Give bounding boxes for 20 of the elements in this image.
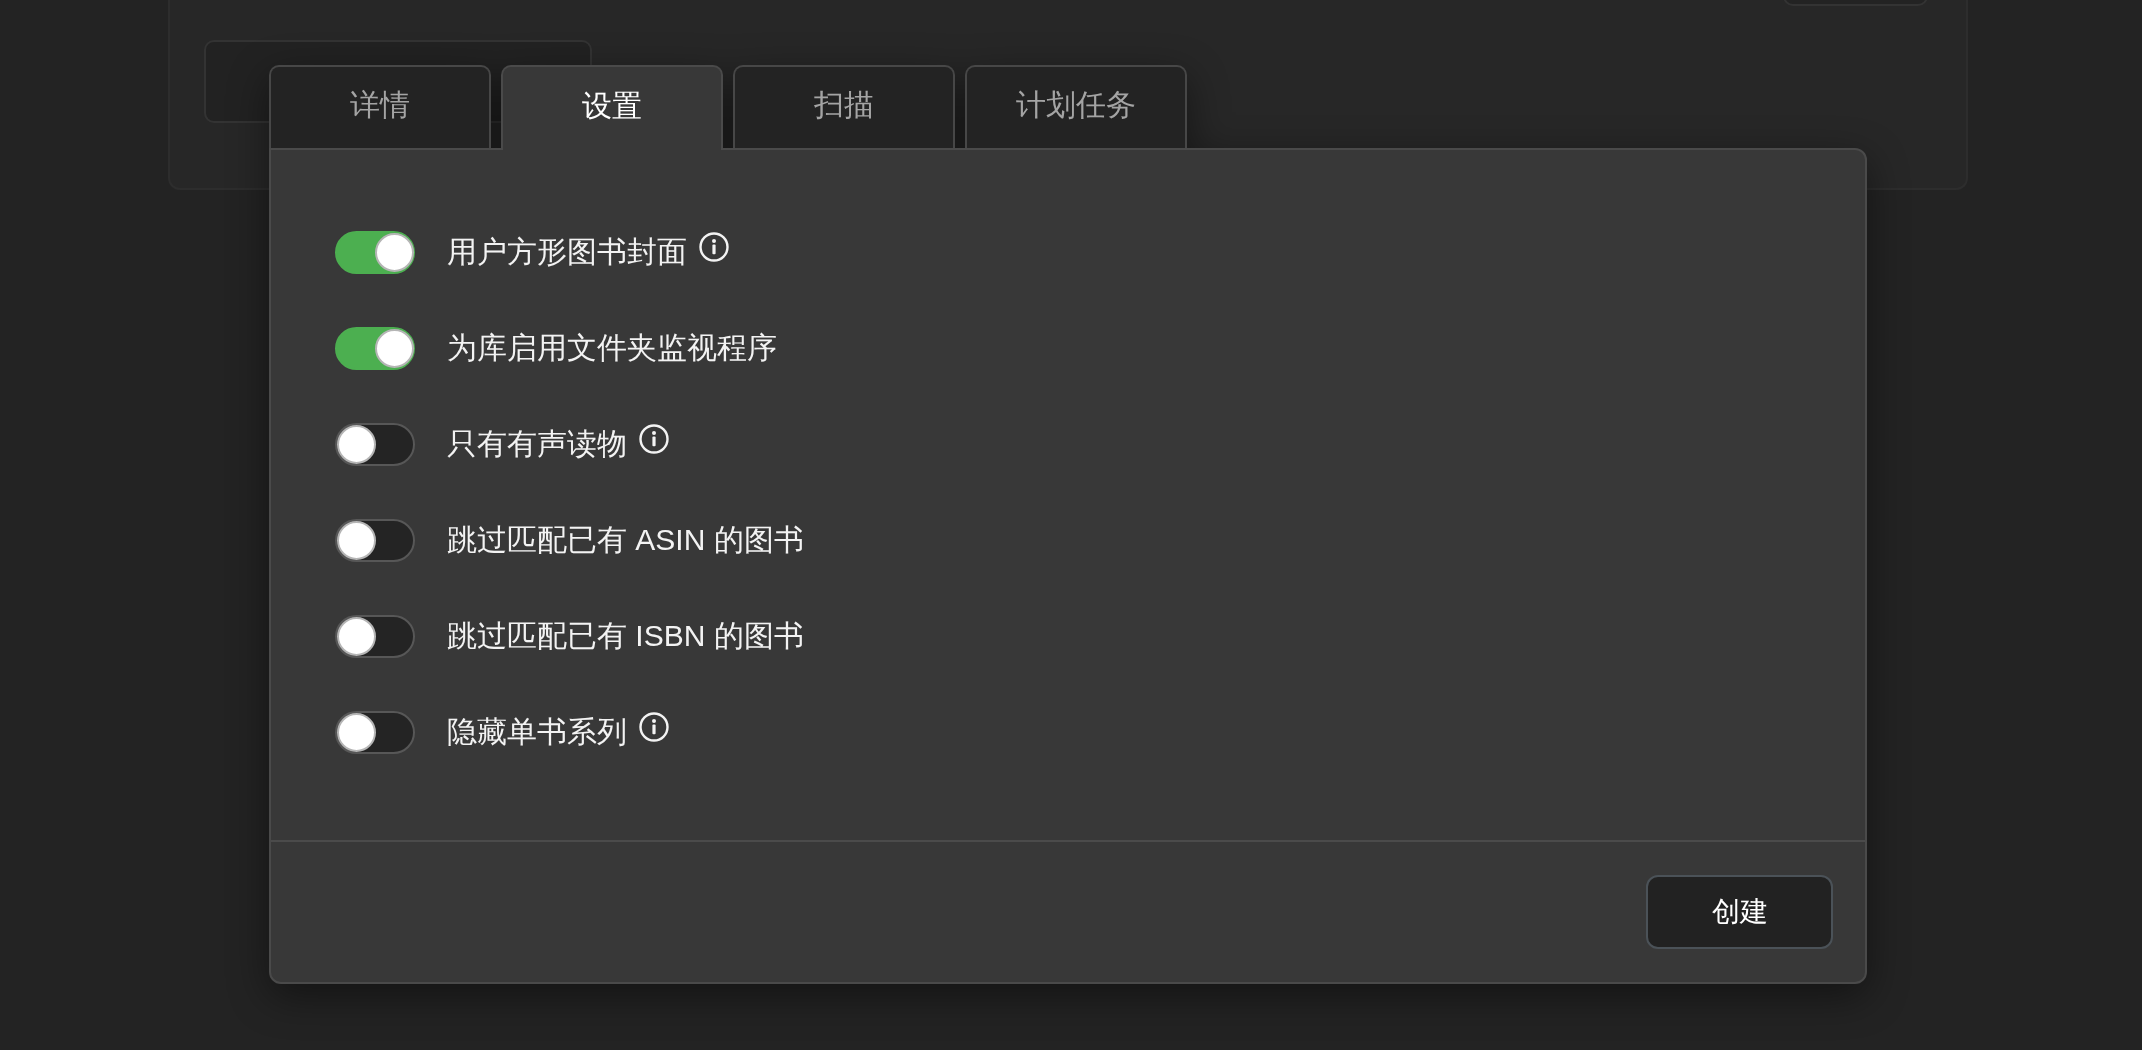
toggle-switch[interactable] — [335, 710, 415, 754]
setting-label: 为库启用文件夹监视程序 — [447, 330, 777, 366]
tab[interactable]: 设置 — [501, 65, 723, 150]
setting-label: 隐藏单书系列 — [447, 714, 627, 750]
tab[interactable]: 扫描 — [733, 65, 955, 148]
info-icon[interactable] — [699, 232, 729, 262]
info-icon[interactable] — [639, 712, 669, 742]
tab[interactable]: 计划任务 — [965, 65, 1187, 148]
create-button[interactable]: 创建 — [1646, 875, 1833, 949]
setting-label: 跳过匹配已有 ISBN 的图书 — [447, 618, 804, 654]
setting-label: 只有有声读物 — [447, 426, 627, 462]
toggle-switch[interactable] — [335, 422, 415, 466]
setting-label: 用户方形图书封面 — [447, 234, 687, 270]
toggle-switch[interactable] — [335, 614, 415, 658]
info-icon[interactable] — [639, 424, 669, 454]
setting-label: 跳过匹配已有 ASIN 的图书 — [447, 522, 804, 558]
toggle-switch[interactable] — [335, 326, 415, 370]
toggle-switch[interactable] — [335, 518, 415, 562]
toggle-switch[interactable] — [335, 230, 415, 274]
tab[interactable]: 详情 — [269, 65, 491, 148]
